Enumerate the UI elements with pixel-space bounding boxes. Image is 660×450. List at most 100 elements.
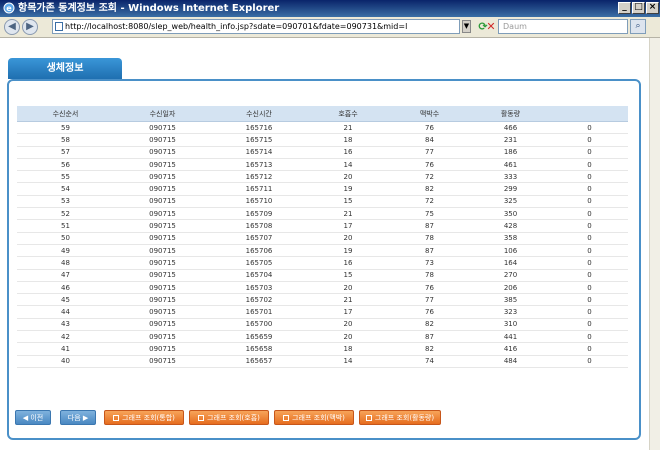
minimize-button[interactable]: _ xyxy=(618,2,631,14)
table-cell: 090715 xyxy=(114,342,211,356)
table-row: 54 090715 165711 19 82 299 0 xyxy=(17,182,628,196)
table-cell: 165715 xyxy=(211,133,307,147)
table-cell: 54 xyxy=(17,182,114,196)
table-cell: 74 xyxy=(389,355,470,368)
table-cell: 0 xyxy=(551,355,628,368)
table-cell: 165710 xyxy=(211,195,307,209)
graph-all-button[interactable]: 그래프 조회(통합) xyxy=(104,410,184,425)
table-cell: 186 xyxy=(470,146,551,159)
next-button[interactable]: 다음 ▶ xyxy=(60,410,96,425)
graph-all-label: 그래프 조회(통합) xyxy=(122,414,175,422)
table-row: 59 090715 165716 21 76 466 0 xyxy=(17,121,628,135)
table-cell: 165703 xyxy=(211,281,307,295)
table-cell: 0 xyxy=(551,207,628,221)
table-cell: 15 xyxy=(307,269,389,282)
table-row: 49 090715 165706 19 87 106 0 xyxy=(17,244,628,258)
table-cell: 18 xyxy=(307,133,389,147)
stop-icon[interactable]: ✕ xyxy=(484,20,498,34)
search-button[interactable]: ⌕ xyxy=(630,19,646,34)
table-cell: 17 xyxy=(307,305,389,319)
close-button[interactable]: × xyxy=(646,2,659,14)
table-cell: 206 xyxy=(470,281,551,295)
table-cell: 090715 xyxy=(114,170,211,184)
table-cell: 090715 xyxy=(114,207,211,221)
table-cell: 0 xyxy=(551,318,628,332)
table-cell: 466 xyxy=(470,121,551,135)
table-header-row: 수신순서 수신일자 수신시간 호흡수 맥박수 활동량 xyxy=(17,106,628,122)
table-cell: 76 xyxy=(389,121,470,135)
table-cell: 231 xyxy=(470,133,551,147)
table-cell: 82 xyxy=(389,182,470,196)
prev-button[interactable]: ◀ 이전 xyxy=(15,410,51,425)
tab-biometric-info[interactable]: 생체정보 xyxy=(8,58,122,79)
col-header-pulse: 맥박수 xyxy=(389,106,470,122)
chart-icon xyxy=(198,415,205,421)
table-cell: 090715 xyxy=(114,244,211,258)
table-cell: 350 xyxy=(470,207,551,221)
table-cell: 20 xyxy=(307,170,389,184)
graph-activity-button[interactable]: 그래프 조회(활동량) xyxy=(359,410,441,425)
table-cell: 090715 xyxy=(114,195,211,209)
svg-text:e: e xyxy=(6,4,12,13)
table-cell: 0 xyxy=(551,281,628,295)
table-cell: 19 xyxy=(307,244,389,258)
table-cell: 090715 xyxy=(114,133,211,147)
table-cell: 72 xyxy=(389,195,470,209)
table-cell: 090715 xyxy=(114,293,211,307)
table-cell: 0 xyxy=(551,182,628,196)
table-cell: 484 xyxy=(470,355,551,368)
table-cell: 78 xyxy=(389,269,470,282)
table-cell: 77 xyxy=(389,293,470,307)
search-input[interactable]: Daum xyxy=(498,19,628,34)
table-row: 48 090715 165705 16 73 164 0 xyxy=(17,256,628,270)
table-cell: 090715 xyxy=(114,318,211,332)
table-cell: 090715 xyxy=(114,305,211,319)
table-cell: 56 xyxy=(17,158,114,172)
table-cell: 20 xyxy=(307,330,389,344)
table-cell: 090715 xyxy=(114,330,211,344)
graph-breath-button[interactable]: 그래프 조회(호흡) xyxy=(189,410,269,425)
table-row: 41 090715 165658 18 82 416 0 xyxy=(17,342,628,356)
graph-pulse-button[interactable]: 그래프 조회(맥박) xyxy=(274,410,354,425)
table-cell: 48 xyxy=(17,256,114,270)
table-cell: 0 xyxy=(551,219,628,233)
table-cell: 82 xyxy=(389,342,470,356)
table-cell: 47 xyxy=(17,269,114,282)
table-cell: 87 xyxy=(389,330,470,344)
table-cell: 57 xyxy=(17,146,114,159)
table-cell: 165713 xyxy=(211,158,307,172)
table-cell: 0 xyxy=(551,170,628,184)
window-titlebar: e 항목가존 동계정보 조회 - Windows Internet Explor… xyxy=(0,0,660,17)
table-cell: 20 xyxy=(307,318,389,332)
table-cell: 20 xyxy=(307,281,389,295)
graph-pulse-label: 그래프 조회(맥박) xyxy=(292,414,345,422)
table-cell: 17 xyxy=(307,219,389,233)
graph-breath-label: 그래프 조회(호흡) xyxy=(207,414,260,422)
vertical-scrollbar[interactable] xyxy=(649,38,660,450)
window-title: 항목가존 동계정보 조회 - Windows Internet Explorer xyxy=(18,3,280,14)
table-cell: 333 xyxy=(470,170,551,184)
table-row: 55 090715 165712 20 72 333 0 xyxy=(17,170,628,184)
table-cell: 441 xyxy=(470,330,551,344)
table-cell: 416 xyxy=(470,342,551,356)
table-cell: 84 xyxy=(389,133,470,147)
table-cell: 16 xyxy=(307,256,389,270)
url-input[interactable]: http://localhost:8080/slep_web/health_in… xyxy=(52,19,460,34)
table-cell: 165705 xyxy=(211,256,307,270)
maximize-button[interactable]: □ xyxy=(632,2,645,14)
table-row: 57 090715 165714 16 77 186 0 xyxy=(17,146,628,159)
table-row: 50 090715 165707 20 78 358 0 xyxy=(17,232,628,245)
url-dropdown-button[interactable]: ▼ xyxy=(462,20,471,33)
back-button[interactable]: ◀ xyxy=(4,19,20,35)
table-cell: 72 xyxy=(389,170,470,184)
table-cell: 53 xyxy=(17,195,114,209)
table-cell: 165700 xyxy=(211,318,307,332)
table-cell: 76 xyxy=(389,305,470,319)
table-cell: 76 xyxy=(389,281,470,295)
table-cell: 87 xyxy=(389,244,470,258)
table-cell: 090715 xyxy=(114,219,211,233)
forward-button[interactable]: ▶ xyxy=(22,19,38,35)
table-cell: 428 xyxy=(470,219,551,233)
table-cell: 385 xyxy=(470,293,551,307)
table-cell: 165714 xyxy=(211,146,307,159)
